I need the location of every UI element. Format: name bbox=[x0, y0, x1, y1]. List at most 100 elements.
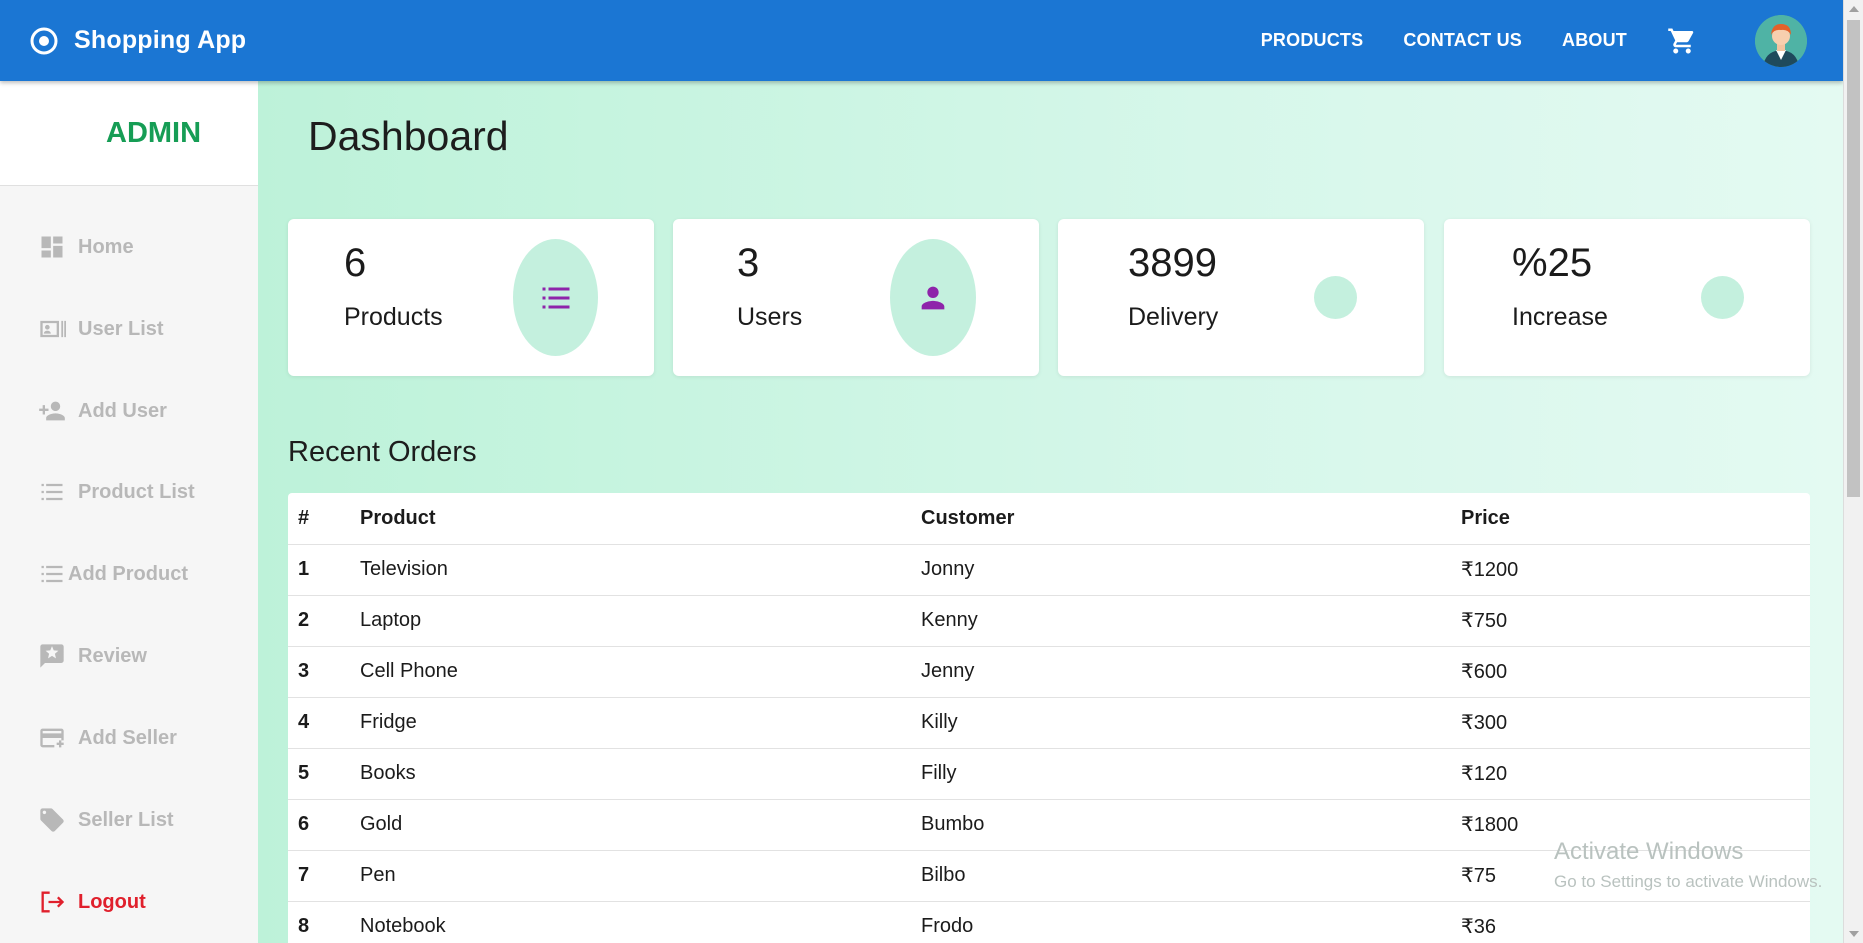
order-product: Pen bbox=[350, 850, 911, 902]
nav-contact-link[interactable]: CONTACT US bbox=[1403, 30, 1522, 51]
sidebar-item-seller-list[interactable]: Seller List bbox=[38, 806, 174, 834]
nav-products-link[interactable]: PRODUCTS bbox=[1261, 30, 1364, 51]
scroll-up-arrow-icon[interactable] bbox=[1849, 6, 1859, 12]
sidebar-item-label: Add Product bbox=[68, 562, 188, 585]
sidebar-header: ADMIN bbox=[0, 81, 258, 186]
app-title: Shopping App bbox=[74, 26, 247, 54]
sidebar-item-label: Product List bbox=[78, 480, 195, 503]
order-price: ₹120 bbox=[1451, 748, 1810, 800]
stat-card-users: 3 Users bbox=[673, 219, 1039, 376]
order-customer: Bumbo bbox=[911, 799, 1451, 851]
order-price: ₹36 bbox=[1451, 901, 1810, 943]
stat-icon-blob bbox=[513, 239, 598, 356]
sidebar-item-product-list[interactable]: Product List bbox=[38, 478, 195, 506]
table-row[interactable]: 5 Books Filly ₹120 bbox=[288, 748, 1810, 800]
order-index: 8 bbox=[288, 901, 350, 943]
stat-label: Products bbox=[344, 303, 443, 331]
order-price: ₹1200 bbox=[1451, 544, 1810, 596]
stat-value: 3 bbox=[737, 241, 760, 285]
order-customer: Jenny bbox=[911, 646, 1451, 698]
order-customer: Kenny bbox=[911, 595, 1451, 647]
sidebar-item-label: Review bbox=[78, 644, 147, 667]
table-row[interactable]: 1 Television Jonny ₹1200 bbox=[288, 544, 1810, 596]
avatar-person-icon bbox=[1755, 14, 1807, 67]
column-header: Price bbox=[1451, 493, 1810, 545]
order-product: Books bbox=[350, 748, 911, 800]
nav-about-link[interactable]: ABOUT bbox=[1562, 30, 1627, 51]
user-card-icon bbox=[40, 320, 66, 338]
order-customer: Jonny bbox=[911, 544, 1451, 596]
page-scrollbar[interactable] bbox=[1843, 0, 1863, 943]
column-header: Customer bbox=[911, 493, 1451, 545]
order-index: 3 bbox=[288, 646, 350, 698]
order-customer: Killy bbox=[911, 697, 1451, 749]
sidebar-item-home[interactable]: Home bbox=[38, 233, 134, 261]
order-price: ₹600 bbox=[1451, 646, 1810, 698]
sidebar-item-label: Add Seller bbox=[78, 726, 177, 749]
recent-orders-title: Recent Orders bbox=[288, 436, 477, 468]
activate-windows-watermark: Activate Windows Go to Settings to activ… bbox=[1554, 838, 1822, 892]
brand[interactable]: Shopping App bbox=[30, 26, 246, 55]
sidebar-item-review[interactable]: Review bbox=[38, 642, 147, 670]
order-customer: Bilbo bbox=[911, 850, 1451, 902]
stat-label: Delivery bbox=[1128, 303, 1219, 331]
brand-logo-icon bbox=[30, 27, 58, 54]
order-product: Gold bbox=[350, 799, 911, 851]
watermark-title: Activate Windows bbox=[1554, 838, 1744, 865]
order-index: 2 bbox=[288, 595, 350, 647]
card-add-icon bbox=[40, 728, 64, 748]
sidebar-item-add-seller[interactable]: Add Seller bbox=[38, 724, 177, 752]
stat-card-increase: %25 Increase bbox=[1444, 219, 1810, 376]
table-header-row: # Product Customer Price bbox=[288, 493, 1810, 545]
sidebar-item-add-user[interactable]: Add User bbox=[38, 397, 167, 425]
stat-value: %25 bbox=[1512, 241, 1593, 285]
order-index: 1 bbox=[288, 544, 350, 596]
top-nav: PRODUCTS CONTACT US ABOUT bbox=[1221, 14, 1843, 67]
stat-card-delivery: 3899 Delivery bbox=[1058, 219, 1424, 376]
person-icon bbox=[921, 286, 945, 309]
stat-label: Users bbox=[737, 303, 803, 331]
order-price: ₹750 bbox=[1451, 595, 1810, 647]
page-title: Dashboard bbox=[308, 113, 509, 159]
person-add-icon bbox=[39, 401, 65, 421]
sidebar-item-label: Seller List bbox=[78, 808, 174, 831]
list-icon bbox=[542, 287, 569, 308]
user-avatar[interactable] bbox=[1755, 14, 1807, 67]
list-icon bbox=[41, 483, 63, 501]
stat-icon-blob bbox=[1314, 276, 1357, 319]
logout-icon bbox=[41, 891, 65, 913]
order-index: 4 bbox=[288, 697, 350, 749]
sidebar-item-user-list[interactable]: User List bbox=[38, 315, 164, 343]
order-index: 6 bbox=[288, 799, 350, 851]
scroll-down-arrow-icon[interactable] bbox=[1849, 931, 1859, 937]
table-row[interactable]: 2 Laptop Kenny ₹750 bbox=[288, 595, 1810, 647]
table-row[interactable]: 4 Fridge Killy ₹300 bbox=[288, 697, 1810, 749]
scroll-thumb[interactable] bbox=[1847, 20, 1860, 497]
sidebar-item-label: Home bbox=[78, 235, 134, 258]
cart-icon[interactable] bbox=[1667, 26, 1697, 56]
list-add-icon bbox=[41, 565, 63, 583]
stat-label: Increase bbox=[1512, 303, 1608, 331]
order-index: 7 bbox=[288, 850, 350, 902]
admin-title: ADMIN bbox=[106, 116, 202, 149]
order-product: Notebook bbox=[350, 901, 911, 943]
app-bar: Shopping App PRODUCTS CONTACT US ABOUT bbox=[0, 0, 1843, 81]
sidebar-item-label: Add User bbox=[78, 399, 167, 422]
order-product: Cell Phone bbox=[350, 646, 911, 698]
dashboard-icon bbox=[41, 236, 63, 258]
table-row[interactable]: 8 Notebook Frodo ₹36 bbox=[288, 901, 1810, 943]
stat-icon-blob bbox=[1701, 276, 1744, 319]
table-row[interactable]: 3 Cell Phone Jenny ₹600 bbox=[288, 646, 1810, 698]
stat-card-products: 6 Products bbox=[288, 219, 654, 376]
review-icon bbox=[40, 644, 64, 668]
column-header: # bbox=[288, 493, 350, 545]
column-header: Product bbox=[350, 493, 911, 545]
sidebar: ADMIN Home User List Add User Product Li… bbox=[0, 81, 258, 943]
sidebar-item-add-product[interactable]: Add Product bbox=[38, 560, 188, 588]
sidebar-item-label: User List bbox=[78, 317, 164, 340]
tag-icon bbox=[40, 808, 64, 832]
order-product: Fridge bbox=[350, 697, 911, 749]
sidebar-item-logout[interactable]: Logout bbox=[38, 888, 146, 916]
order-product: Television bbox=[350, 544, 911, 596]
order-customer: Frodo bbox=[911, 901, 1451, 943]
